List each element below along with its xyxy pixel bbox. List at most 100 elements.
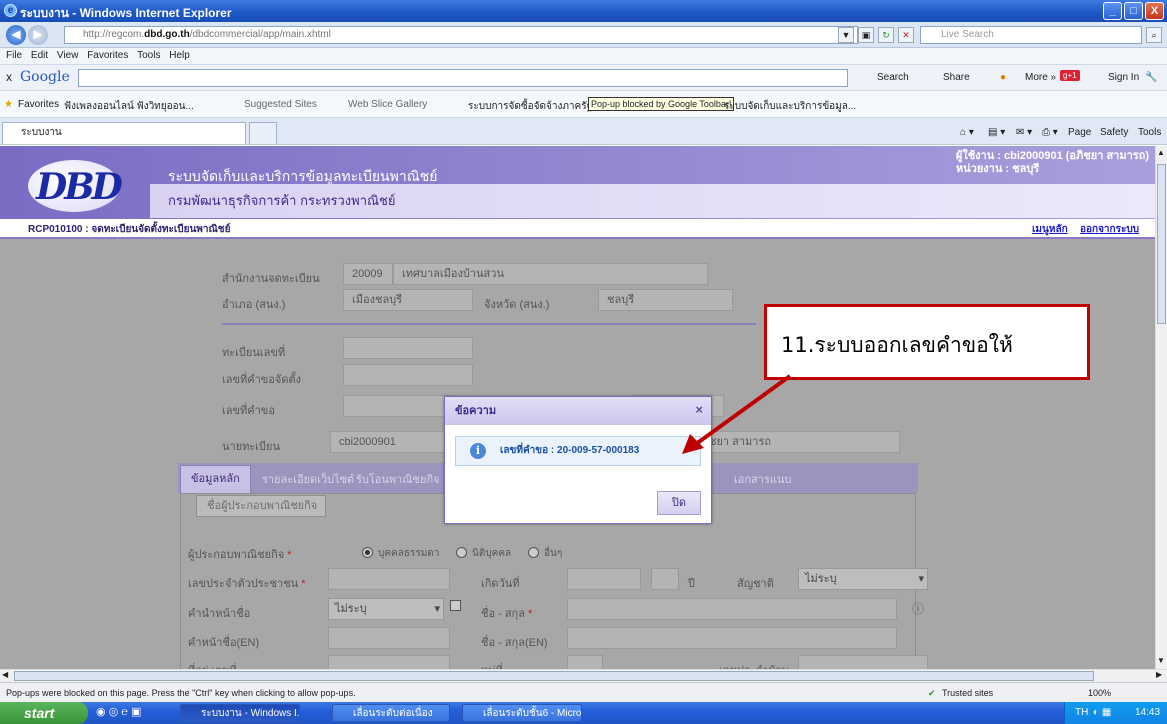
print-icon[interactable]: ⎙ ▾ bbox=[1042, 127, 1058, 138]
google-search-button[interactable]: Search bbox=[877, 72, 909, 83]
main-menu-link[interactable]: เมนูหลัก bbox=[1032, 222, 1068, 237]
start-button[interactable]: start bbox=[0, 702, 88, 724]
house-id-input[interactable] bbox=[798, 655, 928, 669]
scroll-down-icon[interactable]: ▼ bbox=[1157, 656, 1165, 665]
task-doc1[interactable]: เลื่อนระดับต่อเนื่อง bbox=[332, 704, 450, 722]
task-doc2[interactable]: เลื่อนระดับชั้น6 - Micros... bbox=[462, 704, 582, 722]
home-icon[interactable]: ⌂ ▾ bbox=[960, 127, 974, 138]
chevron-down-icon: ▾ bbox=[918, 573, 924, 585]
wrench-icon[interactable]: 🔧 bbox=[1145, 72, 1157, 83]
url-path: /dbdcommercial/app/main.xhtml bbox=[189, 29, 331, 40]
search-icon[interactable]: ⌕ bbox=[1146, 27, 1162, 43]
live-search-input[interactable]: Live Search bbox=[920, 26, 1142, 44]
quick-launch-icons[interactable]: ◉ ◎ ℮ ▣ bbox=[96, 705, 141, 718]
fav-link-dbd[interactable]: ระบบจัดเก็บและบริการข้อมูล... bbox=[724, 99, 856, 114]
radio-juristic[interactable] bbox=[456, 547, 467, 558]
unit-line: หน่วยงาน : ชลบุรี bbox=[955, 163, 1040, 175]
close-window-button[interactable]: X bbox=[1145, 2, 1164, 20]
info-icon[interactable]: ⓘ bbox=[912, 600, 924, 617]
request-setup-label: เลขที่คำขอจัดตั้ง bbox=[222, 374, 302, 386]
radio-person[interactable] bbox=[362, 547, 373, 558]
horizontal-scrollbar[interactable]: ◀ ▶ bbox=[0, 669, 1167, 682]
nationality-select[interactable]: ไม่ระบุ ▾ bbox=[798, 568, 928, 590]
minimize-button[interactable]: _ bbox=[1103, 2, 1122, 20]
favorites-button[interactable]: Favorites bbox=[18, 99, 59, 110]
vertical-scrollbar[interactable]: ▲ ▼ bbox=[1155, 146, 1167, 669]
menu-edit[interactable]: Edit bbox=[31, 50, 48, 61]
popup-blocked-tooltip: Pop-up blocked by Google Toolbar! bbox=[588, 97, 735, 111]
radio-other[interactable] bbox=[528, 547, 539, 558]
operator-label-text: ผู้ประกอบพาณิชยกิจ bbox=[188, 549, 285, 561]
menu-favorites[interactable]: Favorites bbox=[87, 50, 128, 61]
feeds-icon[interactable]: ▤ ▾ bbox=[988, 127, 1005, 138]
safety-menu[interactable]: Safety bbox=[1100, 127, 1128, 138]
prefix-select[interactable]: ไม่ระบุ ▾ bbox=[328, 598, 444, 620]
registrar-label: นายทะเบียน bbox=[222, 441, 281, 453]
window-title: ระบบงาน - Windows Internet Explorer bbox=[20, 6, 232, 20]
menu-help[interactable]: Help bbox=[169, 50, 190, 61]
address-input[interactable] bbox=[328, 655, 450, 669]
mail-icon[interactable]: ✉ ▾ bbox=[1016, 127, 1032, 138]
google-bookmark-icon[interactable]: ● bbox=[1000, 72, 1006, 83]
language-indicator[interactable]: TH bbox=[1075, 702, 1088, 724]
user-line: ผู้ใช้งาน : cbi2000901 (อภิชยา สามารถ) bbox=[955, 150, 1149, 162]
google-sign-in-button[interactable]: Sign In bbox=[1108, 72, 1139, 83]
tab-website[interactable]: รายละเอียดเว็บไซต์ bbox=[262, 470, 354, 488]
screen-code: RCP010100 : จดทะเบียนจัดตั้งทะเบียนพาณิช… bbox=[28, 224, 231, 235]
prefix-en-input[interactable] bbox=[328, 627, 450, 649]
fav-link-suggested[interactable]: Suggested Sites bbox=[244, 99, 317, 110]
maximize-button[interactable]: □ bbox=[1124, 2, 1143, 20]
address-label: ที่อยู่ เลขที่ bbox=[188, 661, 237, 669]
compatibility-icon[interactable]: ▣ bbox=[858, 27, 874, 43]
google-plus-icon[interactable]: g+1 bbox=[1060, 70, 1080, 81]
horizontal-scroll-thumb[interactable] bbox=[14, 671, 1094, 681]
task-ie[interactable]: ระบบงาน - Windows I... bbox=[180, 704, 300, 722]
system-tray: TH ◐ ▦ 14:43 bbox=[1064, 702, 1167, 724]
url-input[interactable]: http://regcom.dbd.go.th/dbdcommercial/ap… bbox=[64, 26, 858, 44]
new-tab-button[interactable] bbox=[249, 122, 277, 144]
fav-link-music[interactable]: ฟังเพลงออนไลน์ ฟังวิทยุออน... bbox=[64, 99, 194, 114]
annotation-arrow-head bbox=[682, 434, 704, 454]
menu-view[interactable]: View bbox=[57, 50, 79, 61]
google-search-input[interactable] bbox=[78, 69, 848, 87]
tab-transfer[interactable]: รับโอนพาณิชยกิจ bbox=[356, 470, 440, 488]
department-name: กรมพัฒนาธุรกิจการค้า กระทรวงพาณิชย์ bbox=[168, 193, 396, 208]
google-share-button[interactable]: Share bbox=[943, 72, 970, 83]
moo-input[interactable] bbox=[567, 655, 603, 669]
fav-link-procurement[interactable]: ระบบการจัดซื้อจัดจ้างภาครัฐ bbox=[468, 99, 592, 114]
birth-date-input[interactable] bbox=[567, 568, 641, 590]
back-button[interactable]: ◀ bbox=[6, 25, 26, 45]
tools-menu[interactable]: Tools bbox=[1138, 127, 1161, 138]
logout-link[interactable]: ออกจากระบบ bbox=[1080, 222, 1139, 237]
vertical-scroll-thumb[interactable] bbox=[1157, 164, 1166, 324]
district-field: เมืองชลบุรี bbox=[343, 289, 473, 311]
birth-year-input[interactable] bbox=[651, 568, 679, 590]
tab-main-info[interactable]: ข้อมูลหลัก bbox=[180, 465, 251, 493]
id-card-input[interactable] bbox=[328, 568, 450, 590]
tab-attachments[interactable]: เอกสารแนบ bbox=[734, 470, 791, 488]
page-menu[interactable]: Page bbox=[1068, 127, 1091, 138]
stop-icon[interactable]: ✕ bbox=[898, 27, 914, 43]
scroll-right-icon[interactable]: ▶ bbox=[1156, 670, 1162, 679]
name-en-input[interactable] bbox=[567, 627, 897, 649]
radio-juristic-label: นิติบุคคล bbox=[472, 548, 512, 559]
refresh-icon[interactable]: ↻ bbox=[878, 27, 894, 43]
tab-active[interactable]: ระบบงาน bbox=[2, 122, 246, 144]
menu-tools[interactable]: Tools bbox=[137, 50, 160, 61]
url-prefix: http://regcom. bbox=[83, 29, 145, 40]
scroll-up-icon[interactable]: ▲ bbox=[1157, 148, 1165, 157]
menu-file[interactable]: File bbox=[6, 50, 22, 61]
zoom-level[interactable]: 100% bbox=[1088, 688, 1111, 698]
google-toolbar-close[interactable]: x bbox=[6, 70, 12, 84]
scroll-left-icon[interactable]: ◀ bbox=[2, 670, 8, 679]
dialog-close-button[interactable]: ปิด bbox=[657, 491, 701, 515]
prefix-checkbox[interactable] bbox=[450, 600, 461, 611]
fav-link-webslice[interactable]: Web Slice Gallery bbox=[348, 99, 427, 110]
tray-icons[interactable]: ◐ ▦ bbox=[1093, 702, 1111, 724]
forward-button[interactable]: ▶ bbox=[28, 25, 48, 45]
dropdown-arrow-icon[interactable]: ▼ bbox=[838, 27, 854, 43]
user-info: ผู้ใช้งาน : cbi2000901 (อภิชยา สามารถ) ห… bbox=[956, 150, 1149, 176]
prefix-label: คำนำหน้าชื่อ bbox=[188, 608, 251, 620]
name-input[interactable] bbox=[567, 598, 897, 620]
google-more-button[interactable]: More » bbox=[1025, 72, 1056, 83]
